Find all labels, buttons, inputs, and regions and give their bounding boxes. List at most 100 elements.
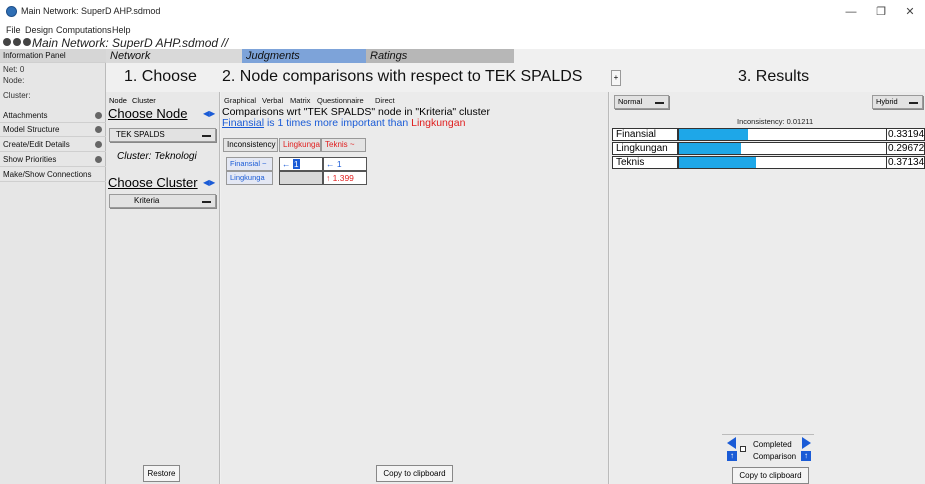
matrix-cell-finansial-lingkungan[interactable]: ← 1	[279, 157, 323, 171]
result-bar-track	[678, 128, 888, 141]
info-create-edit-label: Create/Edit Details	[3, 140, 70, 149]
tab-judgments[interactable]: Judgments	[242, 49, 366, 63]
dropdown-dash-icon	[202, 135, 211, 137]
matrix-row-header-finansial[interactable]: Finansial ~	[226, 157, 273, 171]
info-show-priorities[interactable]: Show Priorities	[0, 153, 106, 167]
dropdown-dash-icon	[909, 102, 918, 104]
dropdown-dash-icon	[655, 102, 664, 104]
info-attachments-label: Attachments	[3, 111, 48, 120]
info-make-show-connections[interactable]: Make/Show Connections	[0, 168, 106, 182]
cell-arrow-up-icon: ↑	[326, 173, 331, 183]
menu-design[interactable]: Design	[25, 25, 53, 35]
subtab-cluster[interactable]: Cluster	[132, 96, 156, 105]
result-label: Teknis	[612, 156, 678, 169]
menu-computations[interactable]: Computations	[56, 25, 112, 35]
result-row-teknis: Teknis 0.37134	[612, 156, 925, 169]
prev-comparison-up-icon[interactable]: ↑	[727, 451, 737, 461]
result-label: Lingkungan	[612, 142, 678, 155]
result-row-lingkungan: Lingkungan 0.29672	[612, 142, 925, 155]
matrix-cell-finansial-teknis[interactable]: ← 1	[323, 157, 367, 171]
result-label: Finansial	[612, 128, 678, 141]
expand-dot-icon	[95, 126, 102, 133]
results-copy-to-clipboard-button[interactable]: Copy to clipboard	[732, 467, 809, 484]
result-value: 0.29672	[886, 142, 925, 155]
results-inconsistency: Inconsistency: 0.01211	[737, 117, 814, 126]
result-value: 0.33194	[886, 128, 925, 141]
cell-value: 1.399	[332, 173, 354, 183]
result-bar	[679, 129, 748, 140]
cell-value: 1	[336, 159, 342, 169]
subtab-verbal[interactable]: Verbal	[262, 96, 283, 105]
section3-heading: 3. Results	[738, 68, 810, 85]
subtab-questionnaire[interactable]: Questionnaire	[317, 96, 364, 105]
frame-close-icon[interactable]	[3, 38, 11, 46]
choose-cluster-label: Choose Cluster	[108, 175, 198, 190]
matrix-col-header-teknis[interactable]: Teknis ~	[321, 138, 366, 152]
inconsistency-button[interactable]: Inconsistency	[223, 138, 278, 152]
minimize-button[interactable]: —	[836, 4, 866, 20]
normal-mode-select[interactable]: Normal	[614, 95, 669, 109]
subtab-direct[interactable]: Direct	[375, 96, 395, 105]
cell-value: 1	[292, 159, 300, 169]
matrix-col-arrow: ~	[349, 140, 355, 149]
expand-dot-icon	[95, 156, 102, 163]
cluster-name: Cluster: Teknologi	[117, 151, 197, 162]
node-nav-arrows-icon[interactable]: ◀▶	[203, 109, 215, 118]
info-cluster: Cluster:	[3, 91, 31, 100]
matrix-cell-lingkungan-teknis[interactable]: ↑ 1.399	[323, 171, 367, 185]
expand-plus-button[interactable]: +	[611, 70, 621, 86]
info-create-edit-details[interactable]: Create/Edit Details	[0, 138, 106, 152]
comparison-label: Comparison	[753, 452, 797, 461]
info-connections-label: Make/Show Connections	[3, 170, 92, 179]
frame-minimize-icon[interactable]	[13, 38, 21, 46]
comparison-right-node: Lingkungan	[411, 117, 466, 129]
restore-button[interactable]: Restore	[143, 465, 180, 482]
menu-file[interactable]: File	[6, 25, 21, 35]
frame-maximize-icon[interactable]	[23, 38, 31, 46]
tab-network[interactable]: Network	[106, 49, 242, 63]
matrix-row-header-lingkungan[interactable]: Lingkunga	[226, 171, 273, 185]
completed-checkbox[interactable]	[740, 446, 746, 452]
normal-mode-value: Normal	[618, 97, 643, 106]
completed-label: Completed	[753, 440, 792, 449]
subtab-matrix[interactable]: Matrix	[290, 96, 310, 105]
info-panel-header: Information Panel	[0, 49, 106, 63]
comparison-sentence: Finansial is 1 times more important than…	[222, 117, 465, 129]
subtab-node[interactable]: Node	[109, 96, 127, 105]
menu-help[interactable]: Help	[112, 25, 131, 35]
next-completed-arrow-icon[interactable]	[802, 437, 811, 449]
result-row-finansial: Finansial 0.33194	[612, 128, 925, 141]
hybrid-mode-select[interactable]: Hybrid	[872, 95, 923, 109]
result-value: 0.37134	[886, 156, 925, 169]
cluster-select-value: Kriteria	[134, 196, 160, 205]
matrix-cell-diagonal	[279, 171, 323, 185]
result-bar-track	[678, 156, 888, 169]
info-show-priorities-label: Show Priorities	[3, 155, 57, 164]
matrix-col-header-teknis-label: Teknis	[325, 140, 348, 149]
cluster-nav-arrows-icon[interactable]: ◀▶	[203, 178, 215, 187]
subtab-graphical[interactable]: Graphical	[224, 96, 256, 105]
matrix-col-header-lingkungan[interactable]: Lingkunga	[279, 138, 321, 152]
dropdown-dash-icon	[202, 201, 211, 203]
comparison-left-node: Finansial	[222, 117, 265, 129]
maximize-button[interactable]: ❐	[866, 4, 896, 20]
close-button[interactable]: ✕	[895, 4, 925, 20]
section2-heading: 2. Node comparisons with respect to TEK …	[222, 68, 583, 85]
info-model-structure-label: Model Structure	[3, 125, 60, 134]
prev-completed-arrow-icon[interactable]	[727, 437, 736, 449]
inner-frame-title: Main Network: SuperD AHP.sdmod //	[32, 36, 229, 49]
expand-dot-icon	[95, 141, 102, 148]
info-node: Node:	[3, 76, 25, 85]
result-bar-track	[678, 142, 888, 155]
info-model-structure[interactable]: Model Structure	[0, 123, 106, 137]
node-select[interactable]: TEK SPALDS	[109, 128, 216, 142]
expand-dot-icon	[95, 112, 102, 119]
next-comparison-up-icon[interactable]: ↑	[801, 451, 811, 461]
info-attachments[interactable]: Attachments	[0, 109, 106, 123]
tab-ratings[interactable]: Ratings	[366, 49, 514, 63]
comparison-verbal: is 1 times more important than	[266, 117, 409, 129]
window-title: Main Network: SuperD AHP.sdmod	[21, 6, 161, 16]
copy-to-clipboard-button[interactable]: Copy to clipboard	[376, 465, 453, 482]
result-bar	[679, 143, 741, 154]
cluster-select[interactable]: Kriteria	[109, 194, 216, 208]
